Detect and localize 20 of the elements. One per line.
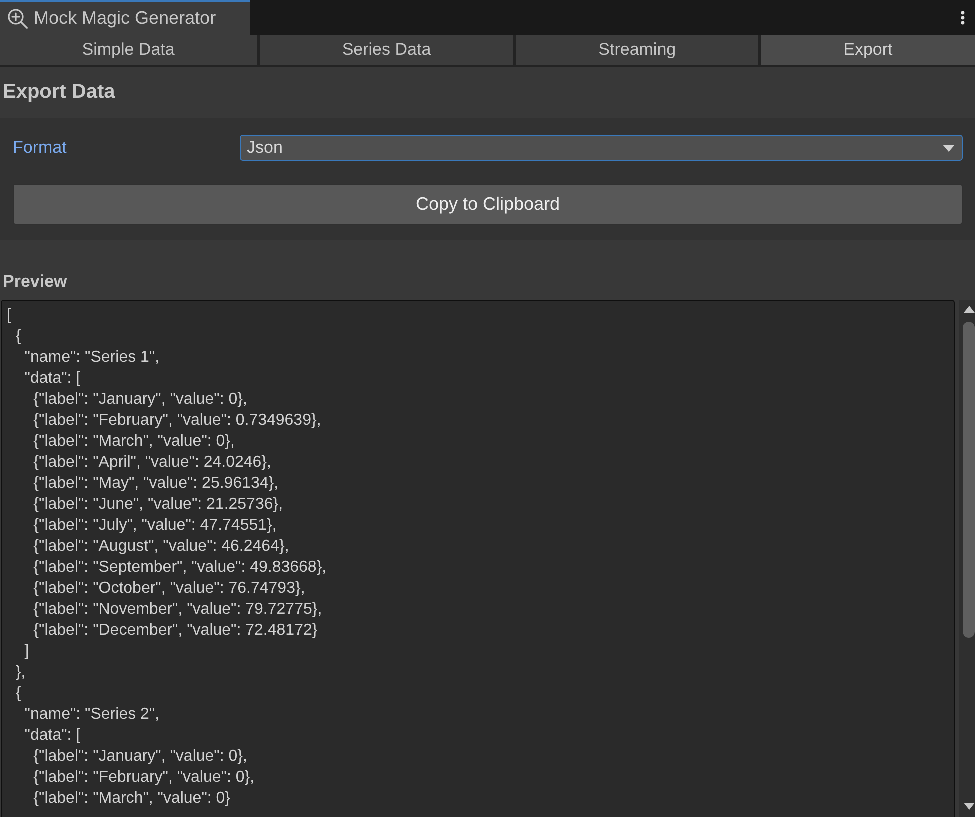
section-title: Export Data [3,81,116,104]
scroll-down-icon[interactable] [964,803,975,810]
more-menu-icon[interactable] [961,10,965,24]
copy-button[interactable]: Copy to Clipboard [13,184,963,225]
zoom-in-icon [8,8,28,28]
window-title: Mock Magic Generator [34,8,216,29]
caret-down-icon [943,144,955,152]
preview-title: Preview [3,272,68,292]
preview-text-area[interactable]: [ { "name": "Series 1", "data": [ {"label": "January", "value": 0}, {"label": "February", "value": 0.7349639}, {"label": "March", "value": 0}, {"label": "April", "value": 24.0246}, {"label": "May", "value": 25.96134}, {"label": "June", "value": 21.25736}, {"label": "July", "value": 47.74551}, {"label": "August", "value": 46.2464}, {"label": "September", "value": 49.83668}, {"label": "October", "value": 76.74793}, {"label": "November", "value": 79.72775}, {"label": "December", "value": 72.48172} ] }, { "name": "Series 2", "data": [ {"label": "January", "value": 0}, {"label": "February", "value": 0}, {"label": "March", "value": 0} [1,300,955,817]
scrollbar-thumb[interactable] [963,322,975,638]
format-dropdown[interactable]: Json [240,135,963,161]
tab[interactable]: Simple Data [0,35,258,65]
window-tab[interactable]: Mock Magic Generator [0,0,250,35]
scroll-up-icon[interactable] [964,306,975,313]
dropdown-value: Json [247,138,283,158]
tab[interactable]: Streaming [516,35,758,65]
tab[interactable]: Series Data [260,35,514,65]
format-label: Format [13,138,68,158]
scrollbar[interactable] [959,300,975,817]
tab[interactable]: Export [761,35,975,65]
